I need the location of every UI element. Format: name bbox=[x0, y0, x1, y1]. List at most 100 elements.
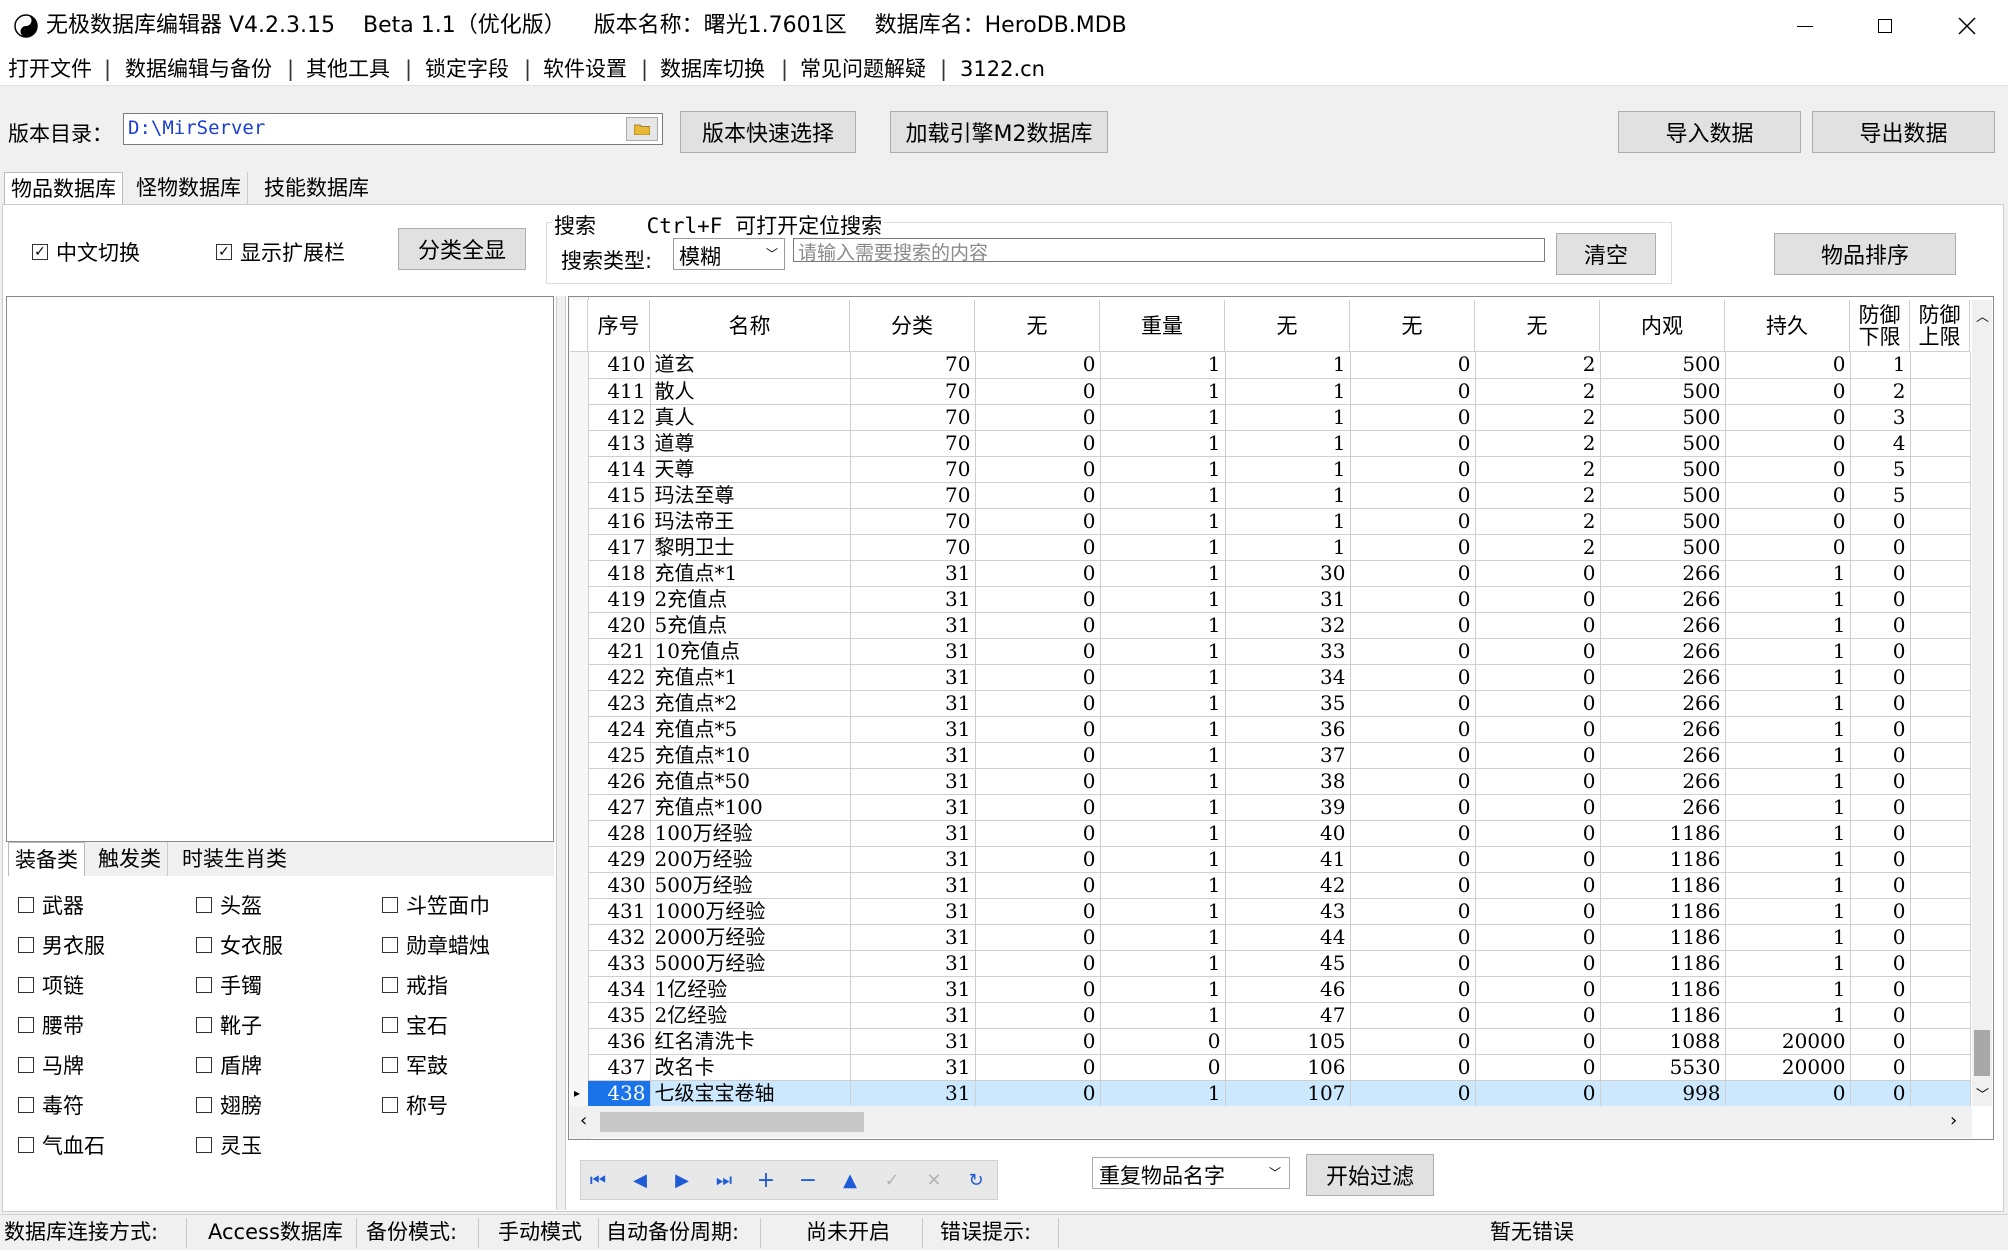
table-cell[interactable]: 0 bbox=[1350, 950, 1476, 977]
table-cell[interactable]: 31 bbox=[850, 1080, 976, 1106]
table-cell[interactable]: 31 bbox=[850, 1002, 976, 1029]
table-cell[interactable] bbox=[1910, 820, 1971, 847]
minimize-button[interactable] bbox=[1780, 0, 1830, 52]
cancel-record-icon[interactable]: ✕ bbox=[916, 1165, 952, 1195]
table-cell[interactable]: 0 bbox=[1850, 872, 1911, 899]
table-cell[interactable]: 0 bbox=[1850, 664, 1911, 691]
table-cell[interactable]: 0 bbox=[1725, 430, 1851, 457]
table-cell[interactable]: 36 bbox=[1225, 716, 1351, 743]
table-cell[interactable]: 0 bbox=[1475, 664, 1601, 691]
table-cell[interactable] bbox=[1910, 612, 1971, 639]
table-cell[interactable]: 2 bbox=[1475, 508, 1601, 535]
table-cell[interactable]: 1 bbox=[1725, 898, 1851, 925]
table-cell[interactable] bbox=[1910, 1054, 1971, 1081]
table-cell[interactable]: 0 bbox=[975, 846, 1101, 873]
table-cell[interactable] bbox=[1910, 534, 1971, 561]
cell-name[interactable]: 充值点*1 bbox=[650, 664, 851, 691]
table-cell[interactable]: 500 bbox=[1600, 456, 1726, 483]
table-cell[interactable]: 0 bbox=[1475, 820, 1601, 847]
table-cell[interactable]: 1 bbox=[1100, 976, 1226, 1003]
table-cell[interactable]: 4 bbox=[1850, 430, 1911, 457]
table-cell[interactable]: 0 bbox=[1725, 508, 1851, 535]
table-cell[interactable]: 1 bbox=[1100, 690, 1226, 717]
table-cell[interactable]: 0 bbox=[1725, 378, 1851, 405]
table-cell[interactable]: 0 bbox=[1850, 768, 1911, 795]
table-cell[interactable]: 31 bbox=[850, 690, 976, 717]
table-cell[interactable]: 31 bbox=[850, 1028, 976, 1055]
table-cell[interactable]: 30 bbox=[1225, 560, 1351, 587]
search-type-select[interactable]: 模糊 ﹀ bbox=[673, 238, 785, 270]
table-cell[interactable]: 1 bbox=[1725, 924, 1851, 951]
table-cell[interactable]: 0 bbox=[1350, 430, 1476, 457]
table-cell[interactable]: 0 bbox=[1475, 1054, 1601, 1081]
table-cell[interactable]: 0 bbox=[975, 534, 1101, 561]
refresh-records-icon[interactable]: ↻ bbox=[958, 1165, 994, 1195]
table-cell[interactable]: 0 bbox=[1350, 352, 1476, 379]
table-row[interactable]: 432 2000万经验 31 0 1 44 0 0 1186 1 0 bbox=[588, 924, 1971, 951]
cell-index[interactable]: 416 bbox=[588, 508, 651, 535]
table-cell[interactable]: 70 bbox=[850, 482, 976, 509]
table-cell[interactable]: 2 bbox=[1475, 378, 1601, 405]
import-button[interactable]: 导入数据 bbox=[1618, 111, 1801, 153]
table-cell[interactable]: 1 bbox=[1725, 586, 1851, 613]
table-cell[interactable]: 0 bbox=[975, 612, 1101, 639]
table-row[interactable]: 412 真人 70 0 1 1 0 2 500 0 3 bbox=[588, 404, 1971, 431]
delete-record-icon[interactable]: − bbox=[790, 1165, 826, 1195]
table-cell[interactable]: 0 bbox=[1350, 690, 1476, 717]
table-cell[interactable]: 0 bbox=[1850, 1054, 1911, 1081]
table-cell[interactable]: 31 bbox=[850, 716, 976, 743]
table-cell[interactable]: 1 bbox=[1100, 872, 1226, 899]
table-cell[interactable]: 266 bbox=[1600, 586, 1726, 613]
table-cell[interactable]: 0 bbox=[975, 924, 1101, 951]
category-checkbox[interactable]: 斗笠面巾 bbox=[382, 890, 490, 920]
table-cell[interactable]: 1 bbox=[1100, 664, 1226, 691]
cell-name[interactable]: 500万经验 bbox=[650, 872, 851, 899]
table-cell[interactable]: 0 bbox=[975, 742, 1101, 769]
table-cell[interactable]: 0 bbox=[1475, 560, 1601, 587]
table-cell[interactable]: 0 bbox=[1350, 820, 1476, 847]
header-weight[interactable]: 重量 bbox=[1100, 300, 1225, 352]
table-cell[interactable] bbox=[1910, 794, 1971, 821]
cell-name[interactable]: 改名卡 bbox=[650, 1054, 851, 1081]
table-cell[interactable]: 0 bbox=[975, 638, 1101, 665]
cell-name[interactable]: 真人 bbox=[650, 404, 851, 431]
table-cell[interactable]: 0 bbox=[1475, 846, 1601, 873]
cell-name[interactable]: 2000万经验 bbox=[650, 924, 851, 951]
table-cell[interactable]: 2 bbox=[1475, 534, 1601, 561]
table-row[interactable]: 414 天尊 70 0 1 1 0 2 500 0 5 bbox=[588, 456, 1971, 483]
table-row[interactable]: 416 玛法帝王 70 0 1 1 0 2 500 0 0 bbox=[588, 508, 1971, 535]
table-row[interactable]: 436 红名清洗卡 31 0 0 105 0 0 1088 20000 0 bbox=[588, 1028, 1971, 1055]
table-cell[interactable]: 31 bbox=[850, 560, 976, 587]
table-cell[interactable]: 1186 bbox=[1600, 1002, 1726, 1029]
table-cell[interactable]: 1 bbox=[1725, 846, 1851, 873]
show-all-categories-button[interactable]: 分类全显 bbox=[398, 228, 526, 270]
table-cell[interactable]: 0 bbox=[1850, 846, 1911, 873]
table-cell[interactable]: 1186 bbox=[1600, 950, 1726, 977]
table-cell[interactable]: 1 bbox=[1100, 794, 1226, 821]
table-cell[interactable]: 43 bbox=[1225, 898, 1351, 925]
table-cell[interactable]: 31 bbox=[850, 950, 976, 977]
cell-index[interactable]: 420 bbox=[588, 612, 651, 639]
table-row[interactable]: 421 10充值点 31 0 1 33 0 0 266 1 0 bbox=[588, 638, 1971, 665]
table-cell[interactable]: 0 bbox=[1350, 612, 1476, 639]
table-cell[interactable]: 70 bbox=[850, 534, 976, 561]
table-cell[interactable]: 0 bbox=[1350, 1054, 1476, 1081]
cell-index[interactable]: 437 bbox=[588, 1054, 651, 1081]
table-cell[interactable]: 1 bbox=[1725, 950, 1851, 977]
chinese-switch-checkbox[interactable]: ✓ 中文切换 bbox=[32, 237, 140, 267]
table-cell[interactable]: 1186 bbox=[1600, 820, 1726, 847]
table-cell[interactable]: 2 bbox=[1475, 404, 1601, 431]
table-cell[interactable] bbox=[1910, 508, 1971, 535]
table-cell[interactable]: 0 bbox=[1850, 534, 1911, 561]
table-row[interactable]: 413 道尊 70 0 1 1 0 2 500 0 4 bbox=[588, 430, 1971, 457]
table-cell[interactable] bbox=[1910, 430, 1971, 457]
table-cell[interactable]: 31 bbox=[850, 898, 976, 925]
load-m2-button[interactable]: 加载引擎M2数据库 bbox=[890, 111, 1108, 153]
table-cell[interactable]: 105 bbox=[1225, 1028, 1351, 1055]
table-cell[interactable]: 1 bbox=[1225, 404, 1351, 431]
table-cell[interactable]: 0 bbox=[1850, 950, 1911, 977]
table-cell[interactable]: 0 bbox=[975, 950, 1101, 977]
table-cell[interactable]: 500 bbox=[1600, 482, 1726, 509]
table-cell[interactable]: 0 bbox=[975, 430, 1101, 457]
cell-index[interactable]: 421 bbox=[588, 638, 651, 665]
